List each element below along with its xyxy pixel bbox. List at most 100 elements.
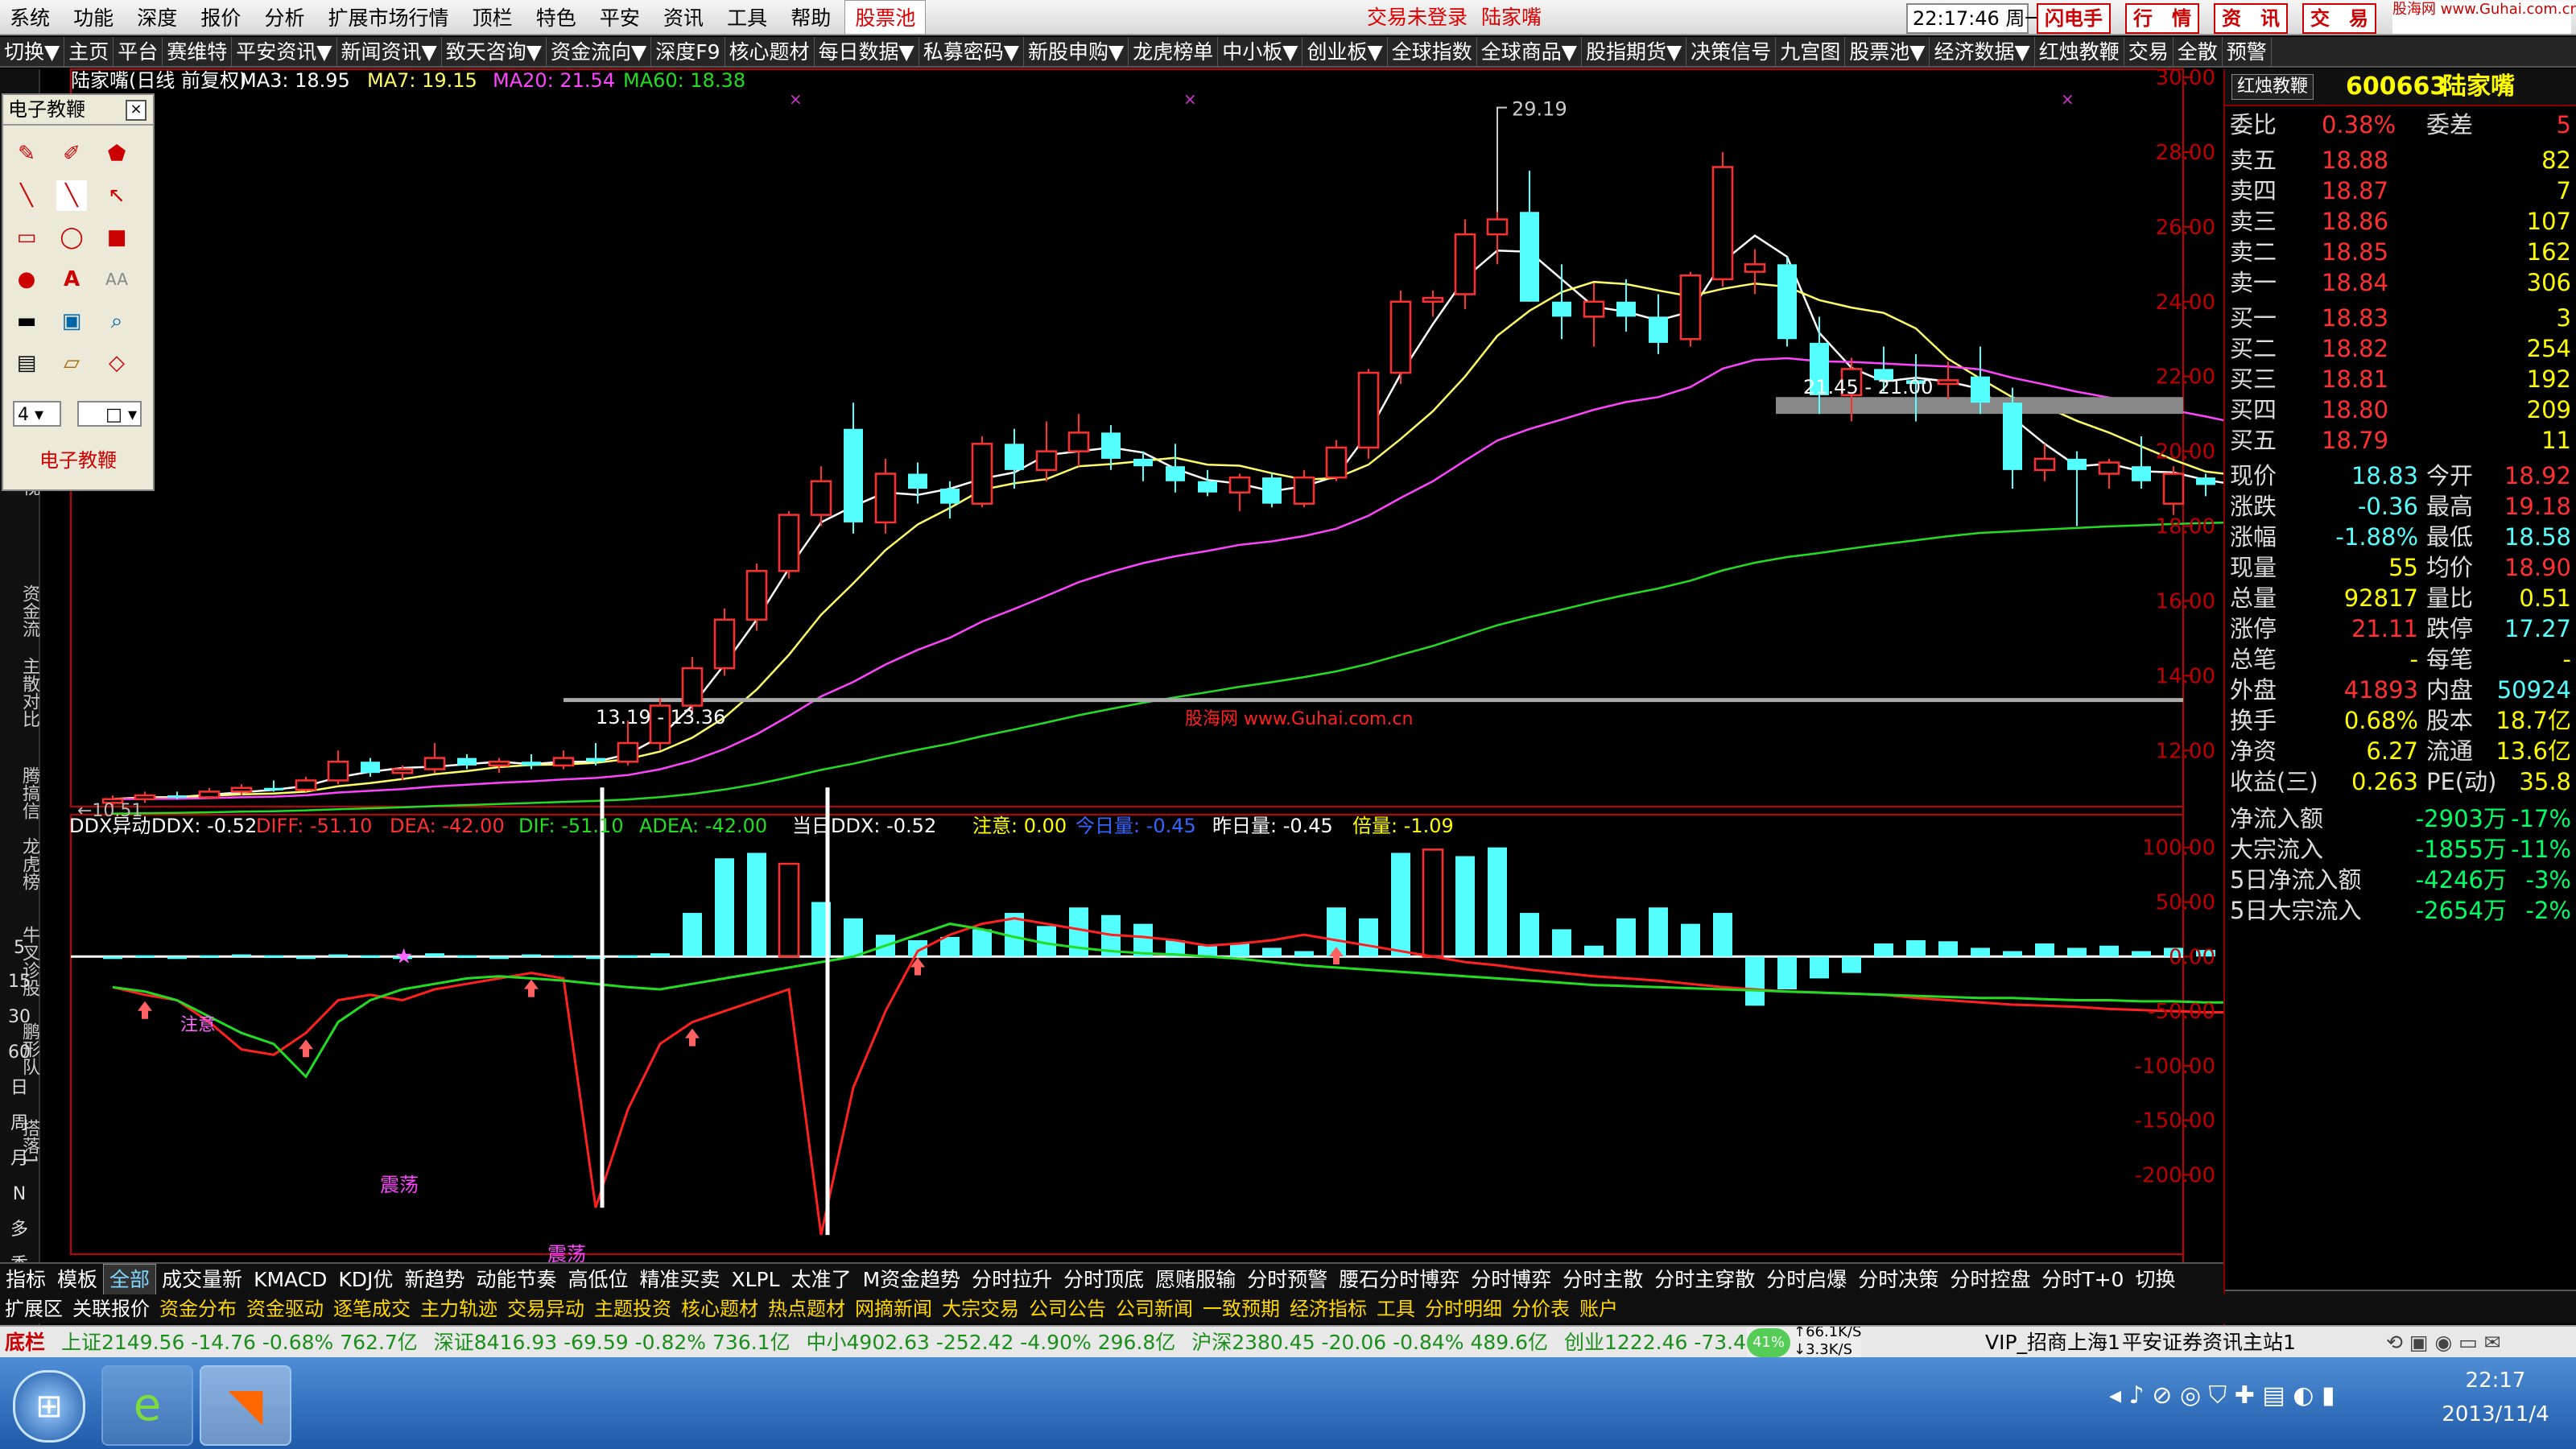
quote-panel: 红烛教鞭 600663 陆家嘴 委比 0.38% 委差 5 卖五 18.88 82 卖四 18.87 7… — [2223, 69, 2576, 1325]
app-taskbar-icon[interactable]: ◥ — [200, 1365, 291, 1446]
extension-tab[interactable]: 分价表 — [1507, 1294, 1575, 1323]
extension-tab[interactable]: 资金驱动 — [242, 1294, 328, 1323]
indicator-tab[interactable]: 分时T+0 — [2036, 1265, 2129, 1294]
indicator-tab[interactable]: 分时主散 — [1557, 1265, 1649, 1294]
extension-tab[interactable]: 主题投资 — [589, 1294, 676, 1323]
indicator-tab[interactable]: 成交量新 — [156, 1265, 248, 1294]
stat-value: 18.58 — [2504, 523, 2571, 551]
indicator-tab[interactable]: 分时博弈 — [1465, 1265, 1557, 1294]
picture-icon[interactable]: ▣ — [56, 306, 87, 336]
ddx-bar — [778, 862, 800, 958]
candle — [874, 458, 897, 534]
ellipse-icon[interactable]: ◯ — [56, 222, 87, 253]
candle-body — [1616, 301, 1636, 317]
ask-row: 卖二 18.85 162 — [2225, 237, 2576, 267]
extension-tab[interactable]: 关联报价 — [68, 1294, 155, 1323]
marker-icon[interactable]: ╲ — [11, 180, 42, 211]
candle-body — [1325, 446, 1348, 479]
extension-tab[interactable]: 交易异动 — [502, 1294, 589, 1323]
news-server[interactable]: 平安证券资讯主站1 — [2117, 1327, 2301, 1357]
color-bar-icon[interactable]: ▬ — [11, 306, 42, 336]
save-icon[interactable]: ▤ — [11, 348, 42, 378]
indicator-tab[interactable]: M资金趋势 — [857, 1265, 967, 1294]
text-icon[interactable]: A — [56, 264, 87, 295]
flow-pct: -11% — [2511, 836, 2571, 863]
extension-tab[interactable]: 分时明细 — [1420, 1294, 1507, 1323]
indicator-tab[interactable]: 分时预警 — [1241, 1265, 1333, 1294]
open-folder-icon[interactable]: ▱ — [56, 348, 87, 378]
extension-tab[interactable]: 核心题材 — [676, 1294, 763, 1323]
rectangle-icon[interactable]: ▭ — [11, 222, 42, 253]
ticker-hs[interactable]: 沪深2380.45 -20.06 -0.84% 489.6亿 — [1187, 1327, 1553, 1357]
line-icon[interactable]: ╲ — [56, 180, 87, 211]
indicator-tab[interactable]: 腰石分时博弈 — [1333, 1265, 1465, 1294]
stat-label: 外盘 — [2230, 676, 2277, 704]
extension-tab[interactable]: 公司新闻 — [1111, 1294, 1198, 1323]
arrow-icon[interactable]: ↖ — [101, 180, 132, 211]
trade-button[interactable]: 交 易 — [2302, 3, 2376, 34]
ddx-bar — [103, 956, 122, 960]
start-button[interactable]: ⊞ — [13, 1370, 85, 1443]
extension-tab[interactable]: 一致预期 — [1198, 1294, 1285, 1323]
indicator-tab[interactable]: 动能节奏 — [470, 1265, 562, 1294]
clear-icon[interactable]: ◇ — [101, 348, 132, 378]
indicator-tab[interactable]: KMACD — [248, 1265, 332, 1294]
ie-taskbar-icon[interactable]: e — [101, 1365, 193, 1446]
candle — [1711, 151, 1734, 287]
stat-label: 流通 — [2426, 737, 2474, 765]
red-candle-tag[interactable]: 红烛教鞭 — [2231, 74, 2314, 100]
indicator-tab[interactable]: 高低位 — [562, 1265, 634, 1294]
indicator-tab[interactable]: 分时主穿散 — [1649, 1265, 1761, 1294]
server-name[interactable]: VIP_招商上海1 — [1980, 1327, 2125, 1357]
eraser-icon[interactable]: ✎ — [11, 138, 42, 169]
filled-rect-icon[interactable]: ■ — [101, 222, 132, 253]
extension-tab[interactable]: 公司公告 — [1024, 1294, 1111, 1323]
indicator-tab[interactable]: 精准买卖 — [634, 1265, 725, 1294]
ticker-sz[interactable]: 深证8416.93 -69.59 -0.82% 736.1亿 — [429, 1327, 795, 1357]
indicator-tab[interactable]: 指标 — [0, 1265, 52, 1294]
ticker-zx[interactable]: 中小4902.63 -252.42 -4.90% 296.8亿 — [802, 1327, 1181, 1357]
indicator-tab[interactable]: 模板 — [52, 1265, 103, 1294]
flow-pct: -2% — [2525, 897, 2571, 924]
draw-tools-footer[interactable]: 电子教鞭 — [3, 444, 153, 473]
candle-body — [1035, 450, 1058, 472]
news-button[interactable]: 资 讯 — [2214, 3, 2288, 34]
extension-tab[interactable]: 热点题材 — [763, 1294, 850, 1323]
toolbar-item[interactable]: 预警 — [2223, 37, 2272, 66]
indicator-tab[interactable]: 太准了 — [786, 1265, 857, 1294]
indicator-tab[interactable]: 新趋势 — [398, 1265, 470, 1294]
extension-tab[interactable]: 资金分布 — [155, 1294, 242, 1323]
filled-ellipse-icon[interactable]: ● — [11, 264, 42, 295]
indicator-tab[interactable]: 分时控盘 — [1944, 1265, 2036, 1294]
indicator-tab[interactable]: 切换 — [2129, 1265, 2181, 1294]
extension-tab[interactable]: 主力轨迹 — [415, 1294, 502, 1323]
ticker-label[interactable]: 底栏 — [0, 1327, 50, 1357]
stat-label: 最低 — [2426, 523, 2474, 551]
indicator-tab[interactable]: XLPL — [726, 1265, 786, 1294]
line-width-select[interactable]: 4 ▾ — [13, 401, 61, 427]
zoom-icon[interactable]: ⌕ — [101, 306, 132, 336]
extension-tab[interactable]: 网摘新闻 — [850, 1294, 937, 1323]
extension-tab[interactable]: 扩展区 — [0, 1294, 68, 1323]
candle — [457, 753, 477, 770]
color-select[interactable]: □ ▾ — [77, 401, 142, 427]
indicator-tab[interactable]: 分时决策 — [1852, 1265, 1944, 1294]
extension-tab[interactable]: 工具 — [1372, 1294, 1420, 1323]
indicator-tab[interactable]: 分时顶底 — [1058, 1265, 1150, 1294]
extension-tab[interactable]: 经济指标 — [1285, 1294, 1372, 1323]
indicator-tab[interactable]: 分时拉升 — [966, 1265, 1058, 1294]
indicator-tab[interactable]: 全部 — [103, 1264, 157, 1294]
extension-tab[interactable]: 大宗交易 — [937, 1294, 1024, 1323]
candle — [198, 787, 221, 799]
brush-icon[interactable]: ⬟ — [101, 138, 132, 169]
indicator-tab[interactable]: 分时启爆 — [1761, 1265, 1852, 1294]
extension-tab[interactable]: 账户 — [1575, 1294, 1623, 1323]
close-icon[interactable]: × — [126, 100, 147, 121]
font-icon[interactable]: AA — [101, 264, 132, 295]
chart-area[interactable]: 30.00 28.00 26.00 24.00 22.00 20.00 18.00 16.00… — [0, 0, 2223, 1262]
extension-tab[interactable]: 逐笔成交 — [328, 1294, 415, 1323]
pen-icon[interactable]: ✐ — [56, 138, 87, 169]
indicator-tab[interactable]: 愿赌服输 — [1150, 1265, 1241, 1294]
ticker-sh[interactable]: 上证2149.56 -14.76 -0.68% 762.7亿 — [56, 1327, 423, 1357]
indicator-tab[interactable]: KDJ优 — [332, 1265, 398, 1294]
